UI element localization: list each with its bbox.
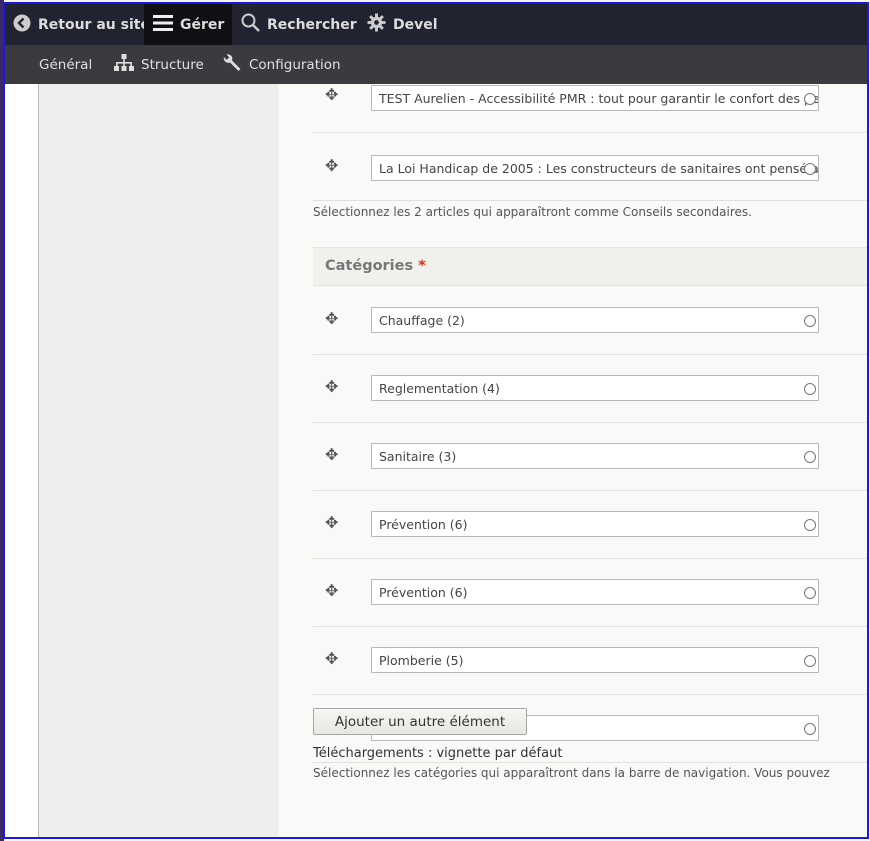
autocomplete-throbber-icon	[804, 519, 816, 531]
autocomplete-throbber-icon	[804, 451, 816, 463]
drag-handle-icon[interactable]: ✥	[325, 583, 341, 599]
field-description: Sélectionnez les 2 articles qui apparaît…	[313, 205, 752, 219]
table-row: ✥ TEST Aurelien - Accessibilité PMR : to…	[313, 65, 867, 133]
chevron-left-circle-icon	[13, 14, 31, 36]
input-value: TEST Aurelien - Accessibilité PMR : tout…	[379, 91, 819, 106]
add-another-item-button[interactable]: Ajouter un autre élément	[313, 708, 527, 735]
drag-handle-icon[interactable]: ✥	[325, 379, 341, 395]
gear-icon	[367, 13, 386, 36]
autocomplete-throbber-icon	[804, 587, 816, 599]
devel-tab[interactable]: Devel	[367, 4, 438, 45]
table-row: ✥ Chauffage (2)	[313, 287, 867, 355]
table-row: ✥ Plomberie (5)	[313, 627, 867, 695]
category-input[interactable]: Reglementation (4)	[371, 375, 819, 401]
categories-header: Catégories *	[313, 247, 867, 286]
downloads-field-label: Téléchargements : vignette par défaut	[313, 746, 563, 761]
input-value: Reglementation (4)	[379, 381, 500, 396]
category-input[interactable]: Plomberie (5)	[371, 647, 819, 673]
autocomplete-input[interactable]: TEST Aurelien - Accessibilité PMR : tout…	[371, 85, 819, 111]
autocomplete-input[interactable]: La Loi Handicap de 2005 : Les constructe…	[371, 155, 819, 181]
menu-general-label: Général	[39, 56, 93, 73]
drag-handle-icon[interactable]: ✥	[325, 651, 341, 667]
devel-label: Devel	[393, 16, 438, 33]
autocomplete-throbber-icon	[804, 163, 816, 175]
back-to-site-label: Retour au site	[38, 16, 150, 33]
categories-title: Catégories *	[325, 258, 426, 274]
menu-structure[interactable]: Structure	[114, 45, 204, 84]
category-input[interactable]: Sanitaire (3)	[371, 443, 819, 469]
hamburger-icon	[153, 14, 173, 36]
table-row: ✥ Reglementation (4)	[313, 355, 867, 423]
input-value: Prévention (6)	[379, 585, 468, 600]
left-sidebar	[5, 84, 39, 837]
input-value: Prévention (6)	[379, 517, 468, 532]
required-marker: *	[418, 258, 426, 274]
table-row: ✥ Sanitaire (3)	[313, 423, 867, 491]
autocomplete-throbber-icon	[804, 93, 816, 105]
category-input[interactable]: Chauffage (2)	[371, 307, 819, 333]
input-value: Sanitaire (3)	[379, 449, 457, 464]
browser-viewport: Retour au site Gérer Rechercher Devel Gé…	[3, 2, 869, 839]
content-gutter	[39, 84, 278, 837]
manage-tab[interactable]: Gérer	[144, 4, 232, 45]
search-label: Rechercher	[267, 16, 357, 33]
back-to-site-link[interactable]: Retour au site	[13, 4, 150, 45]
input-value: Plomberie (5)	[379, 653, 464, 668]
table-row: ✥ La Loi Handicap de 2005 : Les construc…	[313, 133, 867, 201]
table-row: ✥ Prévention (6)	[313, 559, 867, 627]
autocomplete-throbber-icon	[804, 723, 816, 735]
menu-structure-label: Structure	[141, 56, 204, 73]
field-description: Sélectionnez les catégories qui apparaît…	[313, 766, 830, 780]
input-value: Chauffage (2)	[379, 313, 465, 328]
menu-general[interactable]: Général	[39, 45, 92, 84]
sitemap-icon	[114, 53, 134, 76]
admin-toolbar: Retour au site Gérer Rechercher Devel	[5, 4, 867, 45]
autocomplete-throbber-icon	[804, 655, 816, 667]
wrench-icon	[222, 53, 242, 77]
autocomplete-throbber-icon	[804, 315, 816, 327]
table-row: ✥ Prévention (6)	[313, 491, 867, 559]
search-tab[interactable]: Rechercher	[241, 4, 357, 45]
category-input[interactable]: Prévention (6)	[371, 511, 819, 537]
drag-handle-icon[interactable]: ✥	[325, 158, 341, 174]
drag-handle-icon[interactable]: ✥	[325, 311, 341, 327]
search-icon	[241, 13, 260, 36]
category-input[interactable]: Prévention (6)	[371, 579, 819, 605]
manage-label: Gérer	[180, 16, 225, 33]
autocomplete-throbber-icon	[804, 383, 816, 395]
drag-handle-icon[interactable]: ✥	[325, 515, 341, 531]
input-value: La Loi Handicap de 2005 : Les constructe…	[379, 161, 819, 176]
drag-handle-icon[interactable]: ✥	[325, 87, 341, 103]
drag-handle-icon[interactable]: ✥	[325, 447, 341, 463]
